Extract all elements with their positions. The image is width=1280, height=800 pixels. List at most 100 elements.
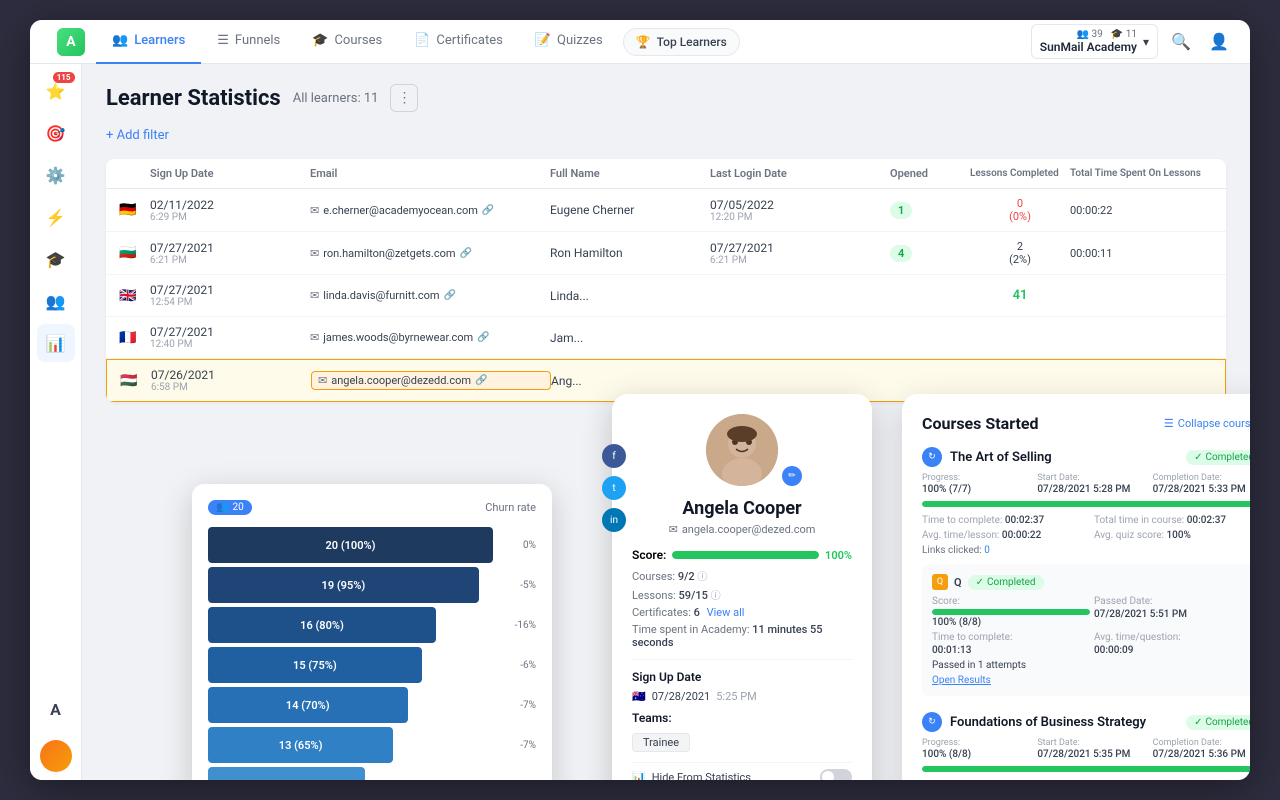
open-results-link[interactable]: Open Results: [932, 675, 1250, 686]
sidebar-item-settings[interactable]: ⚙️: [37, 156, 75, 194]
courses-title: Courses Started: [922, 414, 1039, 433]
fullname-3: Linda...: [550, 289, 710, 303]
user-icon[interactable]: 👤: [1204, 27, 1234, 57]
facebook-icon[interactable]: f: [602, 444, 626, 468]
add-filter-link[interactable]: + Add filter: [106, 128, 169, 143]
sidebar-item-graduation[interactable]: 🎓: [37, 240, 75, 278]
main-content: Learner Statistics All learners: 11 ⋮ + …: [82, 64, 1250, 780]
view-all-link[interactable]: View all: [707, 606, 745, 619]
courses-panel: Courses Started ☰ Collapse courses ↻ The…: [902, 394, 1250, 780]
data-table: Sign Up Date Email Full Name Last Login …: [106, 159, 1226, 402]
course-name-row-2: ↻ Foundations of Business Strategy ✓ Com…: [922, 712, 1250, 732]
tab-learners[interactable]: 👥 Learners: [96, 20, 201, 64]
time-1: 00:00:22: [1070, 204, 1226, 217]
course-icon-1: ↻: [922, 447, 942, 467]
funnel-overlay: 👥 20 Churn rate 20 (100%)0%19 (95%)-5%16…: [192, 484, 552, 780]
lessons-2: 2 (2%): [970, 240, 1070, 266]
completed-badge-2: ✓ Completed: [1186, 715, 1250, 730]
search-button[interactable]: 🔍: [1166, 27, 1196, 57]
funnel-bar: 13 (65%): [208, 727, 393, 763]
tab-certificates[interactable]: 📄 Certificates: [398, 20, 519, 64]
profile-overlay: f t in: [612, 394, 872, 780]
twitter-icon[interactable]: t: [602, 476, 626, 500]
funnel-bar: 14 (70%): [208, 687, 408, 723]
sidebar-item-star[interactable]: ⭐: [37, 72, 75, 110]
profile-courses: Courses: 9/2 ⓘ: [632, 568, 852, 583]
page-title: Learner Statistics: [106, 86, 281, 111]
funnel-header: 👥 20 Churn rate: [208, 500, 536, 515]
sidebar-item-lightning[interactable]: ⚡: [37, 198, 75, 236]
col-email: Email: [310, 167, 550, 180]
user-avatar[interactable]: [40, 740, 72, 772]
funnel-bar: 11 (55%): [208, 767, 365, 780]
edit-profile-button[interactable]: ✏: [782, 466, 802, 486]
tab-funnels[interactable]: ☰ Funnels: [201, 20, 296, 64]
last-login-1: 07/05/2022 12:20 PM: [710, 198, 890, 223]
table-row[interactable]: 🇬🇧 07/27/2021 12:54 PM ✉ linda.davis@fur…: [106, 275, 1226, 317]
sidebar-item-chart[interactable]: 📊: [37, 324, 75, 362]
course-stats-1: Progress: 100% (7/7) Start Date: 07/28/2…: [922, 473, 1250, 495]
sidebar-item-people[interactable]: 👥: [37, 282, 75, 320]
funnel-bar-row: 15 (75%)-6%: [208, 647, 536, 683]
time-2: 00:00:11: [1070, 247, 1226, 260]
quiz-icon-1: Q: [932, 574, 948, 590]
email-4: ✉ james.woods@byrnewear.com 🔗: [310, 331, 550, 344]
tab-courses[interactable]: 🎓 Courses: [296, 20, 398, 64]
profile-teams: Teams:: [632, 711, 852, 725]
check-icon-2: ✓: [1194, 717, 1202, 728]
quiz-attempts: Passed in 1 attempts: [932, 660, 1250, 671]
academy-selector[interactable]: 👥 39 🎓 11 SunMail Academy ▾: [1031, 24, 1158, 59]
churn-rate: 0%: [501, 540, 536, 551]
quiz-header-1: Q Q ✓ Completed: [932, 574, 1250, 590]
opened-2: 4: [890, 246, 970, 260]
logo-area: A: [46, 28, 96, 56]
collapse-courses-button[interactable]: ☰ Collapse courses: [1164, 417, 1250, 430]
email-icon: ✉: [669, 523, 678, 536]
churn-rate: -5%: [501, 580, 536, 591]
signup-date-row: 🇦🇺 07/28/2021 5:25 PM: [632, 690, 852, 703]
table-row[interactable]: 🇫🇷 07/27/2021 12:40 PM ✉ james.woods@byr…: [106, 317, 1226, 359]
course-name-1: The Art of Selling: [950, 450, 1178, 465]
table-row[interactable]: 🇩🇪 02/11/2022 6:29 PM ✉ e.cherner@academ…: [106, 189, 1226, 232]
signup-date-5: 07/26/2021 6:58 PM: [151, 368, 311, 393]
email-3: ✉ linda.davis@furnitt.com 🔗: [310, 289, 550, 302]
sidebar-item-font[interactable]: A: [37, 690, 75, 728]
logo-icon[interactable]: A: [57, 28, 85, 56]
course-name-2: Foundations of Business Strategy: [950, 715, 1178, 730]
lessons-1: 0 (0%): [970, 197, 1070, 223]
courses-icon: 🎓: [312, 33, 328, 48]
funnel-bar-row: 20 (100%)0%: [208, 527, 536, 563]
opened-1: 1: [890, 203, 970, 217]
churn-rate: -15%: [501, 780, 536, 781]
tab-quizzes[interactable]: 📝 Quizzes: [519, 20, 619, 64]
stats-icon: 📊: [632, 771, 646, 781]
quizzes-icon: 📝: [535, 33, 551, 48]
flag-de: 🇩🇪: [118, 203, 138, 217]
hide-stats-toggle[interactable]: [820, 769, 852, 780]
tab-top-learners[interactable]: 🏆 Top Learners: [623, 28, 740, 56]
academy-name: SunMail Academy: [1040, 40, 1137, 54]
linkedin-icon[interactable]: in: [602, 508, 626, 532]
sidebar-item-target[interactable]: 🎯: [37, 114, 75, 152]
profile-signup-section: Sign Up Date: [632, 670, 852, 684]
course-stats-2: Progress: 100% (8/8) Start Date: 07/28/2…: [922, 738, 1250, 760]
courses-header: Courses Started ☰ Collapse courses: [922, 414, 1250, 433]
profile-email: ✉ angela.cooper@dezed.com: [632, 523, 852, 536]
funnel-bar: 16 (80%): [208, 607, 436, 643]
more-options-button[interactable]: ⋮: [390, 84, 418, 112]
col-last-login: Last Login Date: [710, 167, 890, 180]
lessons-3: 41: [970, 288, 1070, 303]
learners-stat: 👥 39: [1077, 29, 1103, 40]
signup-date-1: 02/11/2022 6:29 PM: [150, 198, 310, 223]
flag-gb: 🇬🇧: [118, 289, 138, 303]
quiz-stats-1: Score: 100% (8/8) Passed Date:: [932, 596, 1250, 656]
quiz-row-1: Q Q ✓ Completed Score:: [922, 564, 1250, 696]
churn-rate: -7%: [501, 740, 536, 751]
table-row[interactable]: 🇧🇬 07/27/2021 6:21 PM ✉ ron.hamilton@zet…: [106, 232, 1226, 275]
fullname-1: Eugene Cherner: [550, 203, 710, 217]
col-lessons: Lessons Completed: [970, 168, 1070, 179]
flag-bg: 🇧🇬: [118, 246, 138, 260]
collapse-icon: ☰: [1164, 417, 1174, 430]
email-2: ✉ ron.hamilton@zetgets.com 🔗: [310, 247, 550, 260]
chevron-down-icon: ▾: [1143, 35, 1149, 49]
